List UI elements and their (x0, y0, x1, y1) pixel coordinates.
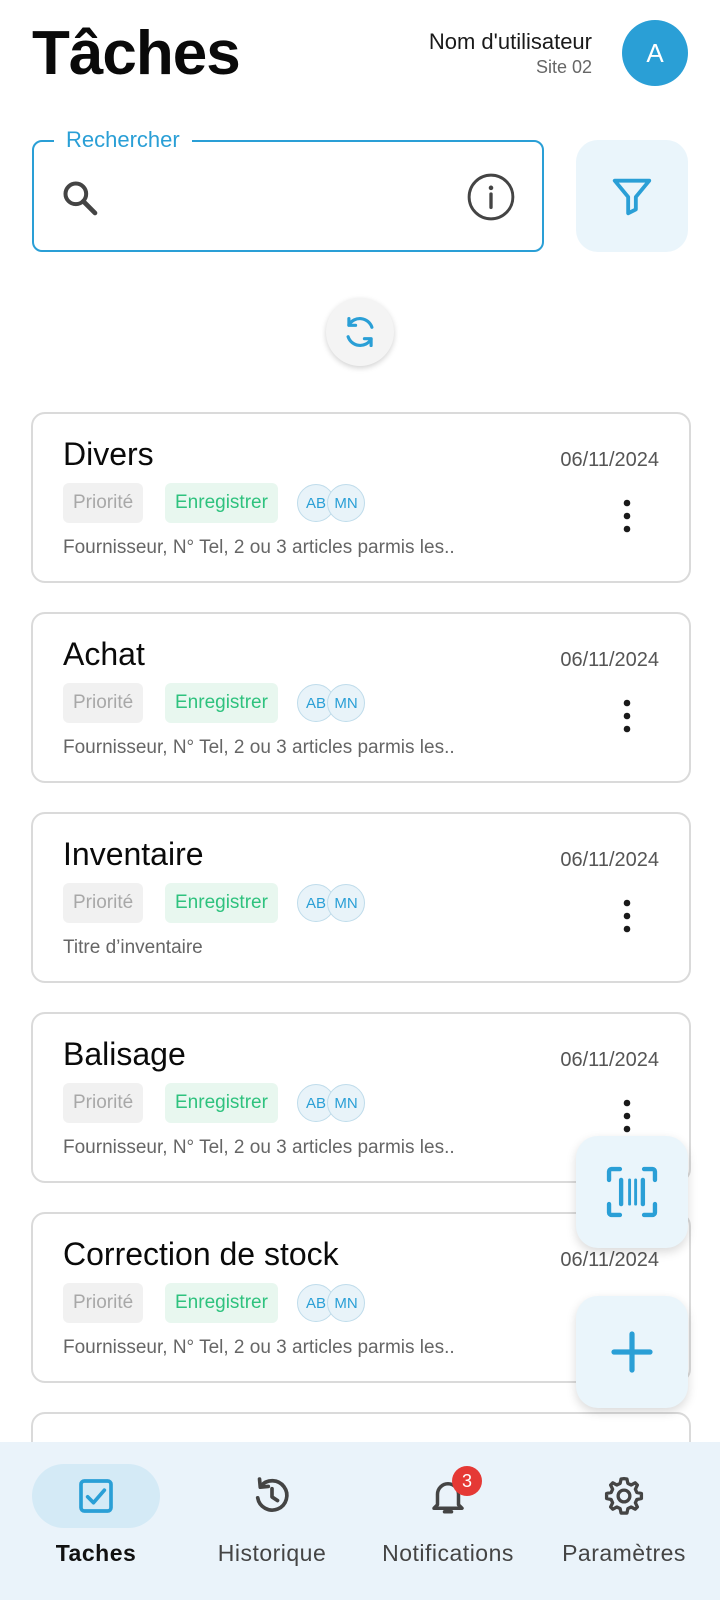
task-title: Inventaire (63, 836, 204, 872)
task-description: Fournisseur, N° Tel, 2 ou 3 articles par… (63, 737, 455, 758)
more-vertical-icon[interactable] (615, 698, 639, 734)
task-card-partial[interactable] (31, 1412, 691, 1442)
status-chip: Enregistrer (165, 1083, 278, 1123)
task-date: 06/11/2024 (560, 1049, 659, 1071)
nav-item-historique[interactable]: Historique (182, 1442, 362, 1600)
assignee-avatar: MN (327, 484, 365, 522)
plus-icon (611, 1331, 653, 1373)
user-name: Nom d'utilisateur (428, 29, 592, 54)
task-card[interactable]: Inventaire 06/11/2024 Priorité Enregistr… (31, 812, 691, 983)
task-description: Titre d’inventaire (63, 937, 203, 958)
task-date: 06/11/2024 (560, 449, 659, 471)
task-list: Divers 06/11/2024 Priorité Enregistrer A… (31, 412, 691, 1442)
user-info: Nom d'utilisateur Site 02 (429, 28, 592, 78)
task-date: 06/11/2024 (560, 849, 659, 871)
assignee-avatar: MN (327, 884, 365, 922)
filter-icon (612, 178, 652, 216)
task-date: 06/11/2024 (560, 649, 659, 671)
task-card[interactable]: Divers 06/11/2024 Priorité Enregistrer A… (31, 412, 691, 583)
user-avatar[interactable]: A (622, 20, 688, 86)
task-title: Balisage (63, 1036, 186, 1072)
info-icon[interactable] (466, 172, 516, 222)
more-vertical-icon[interactable] (615, 498, 639, 534)
nav-label: Taches (55, 1540, 137, 1566)
gear-icon (604, 1476, 644, 1515)
header: Tâches Nom d'utilisateur Site 02 A (0, 0, 720, 110)
nav-item-parametres[interactable]: Paramètres (534, 1442, 714, 1600)
task-description: Fournisseur, N° Tel, 2 ou 3 articles par… (63, 1137, 455, 1158)
task-date: 06/11/2024 (560, 1249, 659, 1271)
status-chip: Enregistrer (165, 883, 278, 923)
add-task-button[interactable] (576, 1296, 688, 1408)
nav-active-indicator (32, 1464, 160, 1528)
search-label: Rechercher (54, 126, 192, 154)
more-vertical-icon[interactable] (615, 898, 639, 934)
nav-label: Notifications (382, 1540, 514, 1566)
search-icon (63, 181, 98, 216)
nav-item-taches[interactable]: Taches (6, 1442, 186, 1600)
nav-label: Historique (217, 1540, 327, 1566)
filter-button[interactable] (576, 140, 688, 252)
checkbox-icon (79, 1479, 113, 1513)
task-description: Fournisseur, N° Tel, 2 ou 3 articles par… (63, 1337, 455, 1358)
scan-button[interactable] (576, 1136, 688, 1248)
task-description: Fournisseur, N° Tel, 2 ou 3 articles par… (63, 537, 455, 558)
priority-chip: Priorité (63, 683, 144, 723)
page-title: Tâches (32, 19, 241, 88)
priority-chip: Priorité (63, 883, 144, 923)
nav-label: Paramètres (562, 1540, 686, 1566)
task-title: Correction de stock (63, 1236, 339, 1272)
status-chip: Enregistrer (165, 483, 278, 523)
status-chip: Enregistrer (165, 683, 278, 723)
priority-chip: Priorité (63, 1083, 144, 1123)
search-field[interactable]: Rechercher (32, 126, 544, 252)
status-chip: Enregistrer (165, 1283, 278, 1323)
barcode-scan-icon (606, 1166, 658, 1218)
task-title: Achat (63, 636, 145, 672)
assignee-avatar: MN (327, 1284, 365, 1322)
notification-badge: 3 (452, 1466, 482, 1496)
user-site: Site 02 (535, 57, 592, 77)
search-input[interactable] (114, 172, 454, 222)
bottom-nav: Taches Historique 3 Notifications Paramè… (0, 1442, 720, 1600)
task-title: Divers (63, 436, 154, 472)
nav-item-notifications[interactable]: 3 Notifications (358, 1442, 538, 1600)
refresh-button[interactable] (326, 298, 394, 366)
priority-chip: Priorité (63, 1283, 144, 1323)
assignee-avatar: MN (327, 1084, 365, 1122)
assignee-avatar: MN (327, 684, 365, 722)
more-vertical-icon[interactable] (615, 1098, 639, 1134)
history-icon (255, 1477, 289, 1512)
task-card[interactable]: Achat 06/11/2024 Priorité Enregistrer AB… (31, 612, 691, 783)
priority-chip: Priorité (63, 483, 144, 523)
refresh-icon (346, 316, 374, 348)
